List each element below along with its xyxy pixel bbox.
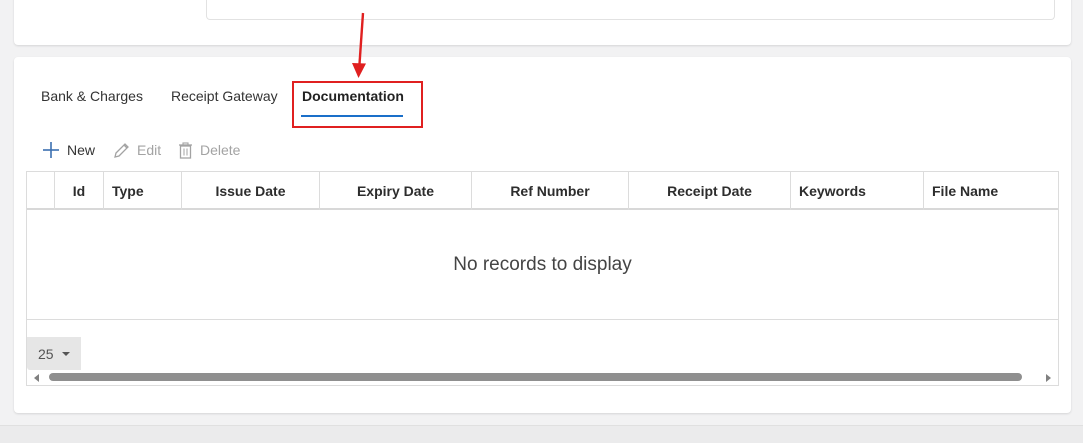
pencil-icon xyxy=(114,142,129,158)
scroll-left-icon[interactable] xyxy=(34,374,39,382)
delete-button-label: Delete xyxy=(200,142,241,158)
caret-down-icon xyxy=(61,351,70,356)
page-size-value: 25 xyxy=(38,345,54,362)
column-header-ref-number[interactable]: Ref Number xyxy=(472,172,629,210)
scroll-right-icon[interactable] xyxy=(1046,374,1051,382)
tab-bank-charges[interactable]: Bank & Charges xyxy=(41,88,143,104)
documents-grid: Id Type Issue Date Expiry Date Ref Numbe… xyxy=(26,171,1059,386)
trash-icon xyxy=(179,141,192,159)
column-header-issue-date[interactable]: Issue Date xyxy=(182,172,320,210)
documentation-panel: Bank & Charges Receipt Gateway Documenta… xyxy=(14,57,1071,413)
edit-button[interactable]: Edit xyxy=(113,140,161,160)
edit-button-label: Edit xyxy=(137,142,162,158)
column-header-receipt-date[interactable]: Receipt Date xyxy=(629,172,791,210)
column-header-file-name[interactable]: File Name xyxy=(924,172,1058,210)
top-panel xyxy=(14,0,1071,45)
new-button-label: New xyxy=(67,142,96,158)
column-header-type[interactable]: Type xyxy=(104,172,182,210)
page-size-dropdown[interactable]: 25 xyxy=(27,337,81,370)
plus-icon xyxy=(43,142,59,158)
top-panel-field xyxy=(206,0,1055,20)
annotation-highlight-box xyxy=(292,81,423,128)
scrollbar-thumb[interactable] xyxy=(49,373,1022,381)
page-footer-strip xyxy=(0,425,1083,443)
empty-message: No records to display xyxy=(27,210,1058,320)
column-header-expiry-date[interactable]: Expiry Date xyxy=(320,172,472,210)
horizontal-scrollbar[interactable] xyxy=(27,371,1058,385)
new-button[interactable]: New xyxy=(42,140,95,160)
delete-button[interactable]: Delete xyxy=(178,140,240,160)
column-header-select[interactable] xyxy=(27,172,55,210)
column-header-keywords[interactable]: Keywords xyxy=(791,172,924,210)
tab-receipt-gateway[interactable]: Receipt Gateway xyxy=(171,88,278,104)
column-header-id[interactable]: Id xyxy=(55,172,104,210)
grid-header: Id Type Issue Date Expiry Date Ref Numbe… xyxy=(27,172,1058,210)
